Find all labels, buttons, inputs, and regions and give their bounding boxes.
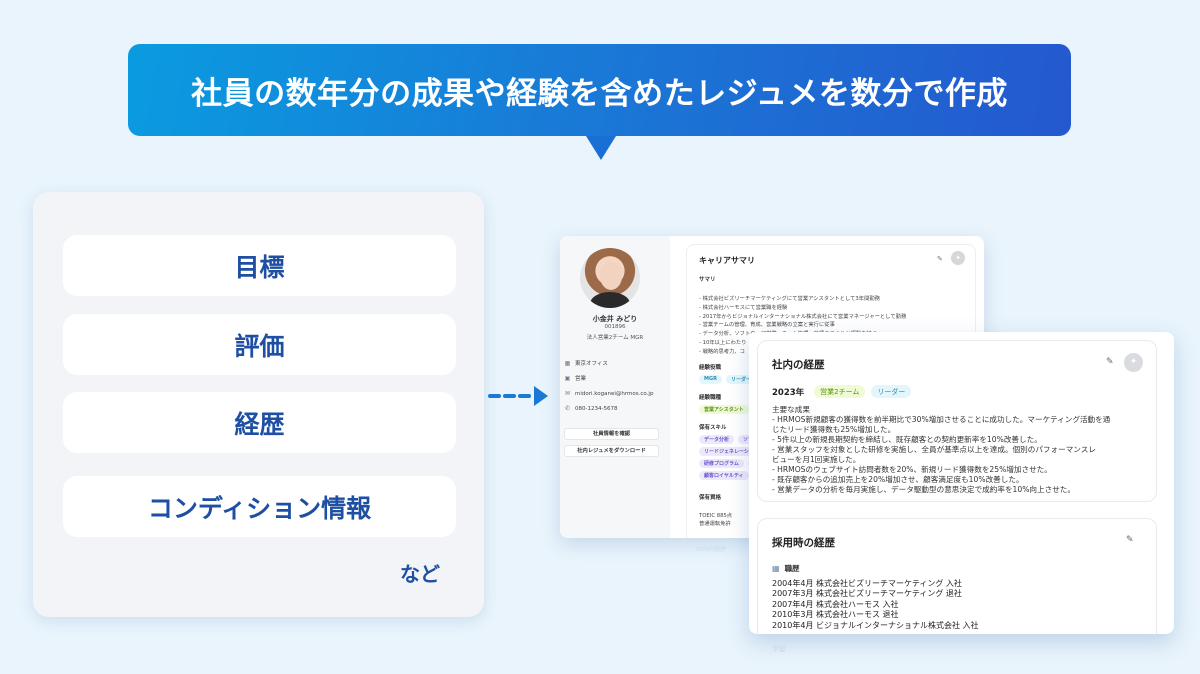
achievements-text: 主要な成果 - HRMOS新規顧客の獲得数を前半期比で30%増加させることに成功… <box>772 405 1111 494</box>
edit-pencil-icon[interactable]: ✎ <box>1126 535 1134 545</box>
skill-tag: 研修プログラム <box>699 459 744 468</box>
employee-team: 法人営業2チーム MGR <box>586 335 644 341</box>
download-resume-button[interactable]: 社内レジュメをダウンロード <box>564 445 659 457</box>
data-categories-card: 目標 評価 経歴 コンディション情報 など <box>33 192 484 617</box>
info-office: ▦ 東京オフィス <box>564 359 608 368</box>
employee-id: 001896 <box>604 324 626 330</box>
building-icon: ▦ <box>772 564 780 573</box>
etc-label: など <box>400 562 440 586</box>
skills-row: リードジェネレーシ <box>699 447 754 456</box>
internal-history-card: 社内の経歴 ✎ ✦ 2023年 営業2チーム リーダー 主要な成果 - HRMO… <box>757 340 1157 502</box>
roles-heading: 経験役職 <box>699 365 722 371</box>
category-goals: 目標 <box>63 235 456 296</box>
history-year: 2023年 <box>772 387 805 398</box>
role-tag: リーダー <box>871 385 912 398</box>
work-history-label: ▦ 職歴 <box>772 564 800 573</box>
work-history-entry: 2007年4月 株式会社ハーモス 入社 <box>772 599 899 609</box>
employee-name: 小金井 みどり <box>592 315 638 323</box>
ghost-education-label: 学歴 <box>772 645 786 653</box>
career-summary-title: キャリアサマリ <box>699 256 755 265</box>
skill-tag: データ分析 <box>699 435 735 444</box>
hiring-history-title: 採用時の経歴 <box>772 537 835 549</box>
headline-title: 社員の数年分の成果や経験を含めたレジュメを数分で作成 <box>191 75 1008 112</box>
edit-pencil-icon[interactable]: ✎ <box>1106 357 1114 367</box>
qualifications-heading: 保有資格 <box>699 495 722 501</box>
avatar <box>580 248 640 308</box>
info-department: ▣ 営業 <box>564 374 587 383</box>
hiring-history-card: 採用時の経歴 ✎ ▦ 職歴 2004年4月 株式会社ビズリーチマーケティング 入… <box>757 518 1157 634</box>
internal-history-title: 社内の経歴 <box>772 359 825 371</box>
role-tag: MGR <box>699 375 722 384</box>
job-tag: 営業アシスタント <box>699 405 749 414</box>
ai-sparkle-icon[interactable]: ✦ <box>951 251 965 265</box>
mail-icon: ✉ <box>564 390 571 397</box>
info-phone: ✆ 080-1234-5678 <box>564 405 618 412</box>
info-email: ✉ midori.koganei@hrmos.co.jp <box>564 390 654 397</box>
work-history-entry: 2010年3月 株式会社ハーモス 退社 <box>772 610 899 620</box>
jobs-tags: 営業アシスタント <box>699 405 749 414</box>
department-icon: ▣ <box>564 374 571 382</box>
category-evaluation: 評価 <box>63 314 456 375</box>
category-career: 経歴 <box>63 392 456 453</box>
skill-tag: リードジェネレーシ <box>699 447 754 456</box>
building-icon: ▦ <box>564 359 571 367</box>
view-employee-info-button[interactable]: 社員情報を確認 <box>564 428 659 440</box>
skills-heading: 保有スキル <box>699 425 727 431</box>
skill-tag: 顧客ロイヤルティ <box>699 471 749 480</box>
profile-sidebar: 小金井 みどり 001896 法人営業2チーム MGR ▦ 東京オフィス ▣ 営… <box>560 236 670 538</box>
work-history-list: 2004年4月 株式会社ビズリーチマーケティング 入社 2007年3月 株式会社… <box>772 579 979 631</box>
roles-tags: MGR リーダー <box>699 375 756 384</box>
ghost-internal-history-label: 社内の経歴 <box>696 546 727 553</box>
jobs-heading: 経験職種 <box>699 395 722 401</box>
resume-history-window: 社内の経歴 ✎ ✦ 2023年 営業2チーム リーダー 主要な成果 - HRMO… <box>749 332 1174 634</box>
ai-sparkle-icon[interactable]: ✦ <box>1124 353 1143 372</box>
year-row: 2023年 営業2チーム リーダー <box>772 385 912 398</box>
work-history-entry: 2007年3月 株式会社ビズリーチマーケティング 退社 <box>772 589 962 599</box>
skills-row: 顧客ロイヤルティ <box>699 471 749 480</box>
work-history-entry: 2010年4月 ビジョナルインターナショナル株式会社 入社 <box>772 620 979 630</box>
headline-banner: 社員の数年分の成果や経験を含めたレジュメを数分で作成 <box>128 44 1071 136</box>
summary-heading: サマリ <box>699 277 716 283</box>
dashed-arrow-icon <box>488 386 548 406</box>
banner-pointer <box>586 136 616 160</box>
qualifications-list: TOEIC 885点 普通運転免許 <box>699 513 733 527</box>
team-tag: 営業2チーム <box>814 385 866 398</box>
work-history-entry: 2004年4月 株式会社ビズリーチマーケティング 入社 <box>772 579 962 588</box>
phone-icon: ✆ <box>564 405 571 412</box>
edit-pencil-icon[interactable]: ✎ <box>937 255 943 263</box>
category-condition-info: コンディション情報 <box>63 476 456 537</box>
